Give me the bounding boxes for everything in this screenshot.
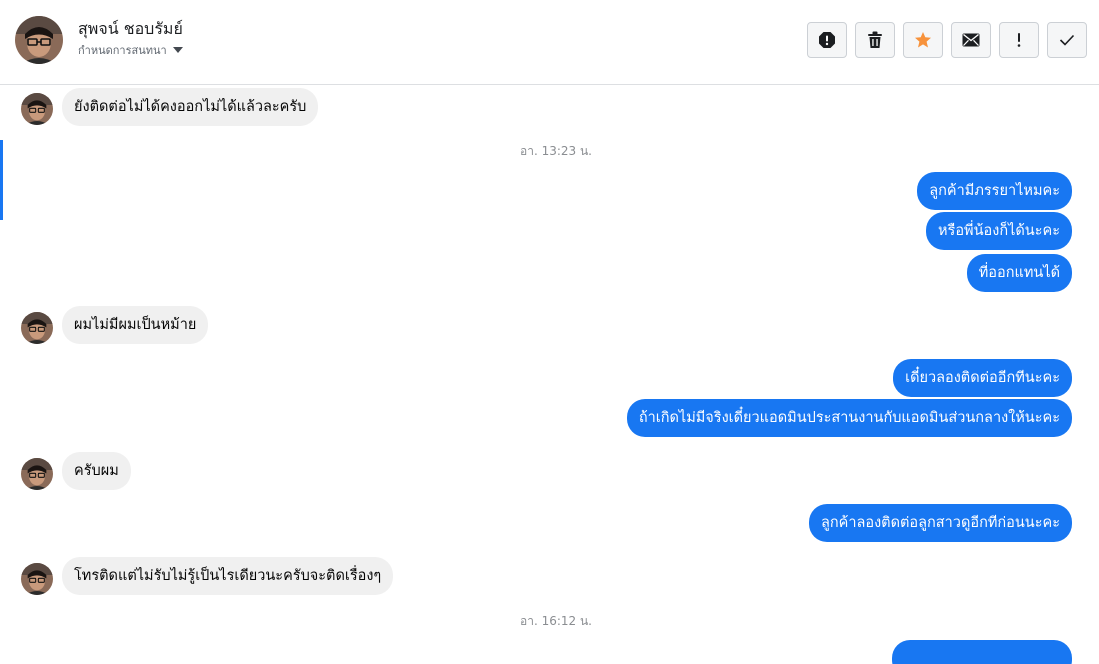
star-icon (915, 32, 931, 48)
conversation-header: สุพจน์ ชอบรัมย์ กำหนดการสนทนา (0, 0, 1099, 85)
outgoing-message[interactable]: ที่ออกแทนได้ (966, 254, 1072, 292)
incoming-message[interactable]: ครับผม (62, 452, 131, 490)
outgoing-message[interactable]: ลูกค้ามีภรรยาไหมคะ (917, 172, 1072, 210)
incoming-message[interactable]: โทรติดแต่ไม่รับไม่รู้เป็นไรเดียวนะครับจะ… (62, 557, 394, 595)
outgoing-message[interactable]: ถ้าเกิดไม่มีจริงเดี๋ยวแอดมินประสานงานกับ… (626, 399, 1072, 437)
outgoing-message[interactable]: หรือพี่น้องก็ได้นะคะ (926, 212, 1072, 250)
outgoing-message[interactable]: เดี๋ยวลองติดต่ออีกทีนะคะ (893, 359, 1072, 397)
contact-avatar-small[interactable] (21, 93, 53, 125)
message-thread[interactable]: ยังติดต่อไม่ได้คงออกไม่ได้แล้วละครับ อา.… (0, 86, 1099, 664)
incoming-message[interactable]: ยังติดต่อไม่ได้คงออกไม่ได้แล้วละครับ (62, 88, 319, 126)
contact-avatar-small[interactable] (21, 312, 53, 344)
outgoing-message[interactable]: ลูกค้าลองติดต่อลูกสาวดูอีกทีก่อนนะคะ (809, 504, 1072, 542)
check-icon (1059, 34, 1075, 46)
incoming-message[interactable]: ผมไม่มีผมเป็นหม้าย (62, 306, 209, 344)
contact-avatar[interactable] (15, 16, 63, 64)
spam-icon (819, 32, 835, 48)
mark-important-button[interactable] (999, 22, 1039, 58)
caret-down-icon (172, 47, 183, 53)
mark-done-button[interactable] (1047, 22, 1087, 58)
trash-icon (868, 31, 882, 48)
contact-name: สุพจน์ ชอบรัมย์ (78, 19, 183, 38)
mark-spam-button[interactable] (807, 22, 847, 58)
outgoing-message-partial[interactable] (892, 640, 1072, 664)
contact-avatar-small[interactable] (21, 563, 53, 595)
exclamation-icon (1017, 33, 1021, 47)
star-button[interactable] (903, 22, 943, 58)
envelope-icon (962, 33, 980, 47)
conversation-toolbar (807, 22, 1087, 58)
contact-avatar-small[interactable] (21, 458, 53, 490)
conversation-status-dropdown[interactable]: กำหนดการสนทนา (78, 41, 183, 59)
message-timestamp: อา. 16:12 น. (520, 614, 592, 628)
message-timestamp: อา. 13:23 น. (520, 144, 592, 158)
mark-unread-button[interactable] (951, 22, 991, 58)
delete-button[interactable] (855, 22, 895, 58)
conversation-status-label: กำหนดการสนทนา (78, 44, 167, 57)
